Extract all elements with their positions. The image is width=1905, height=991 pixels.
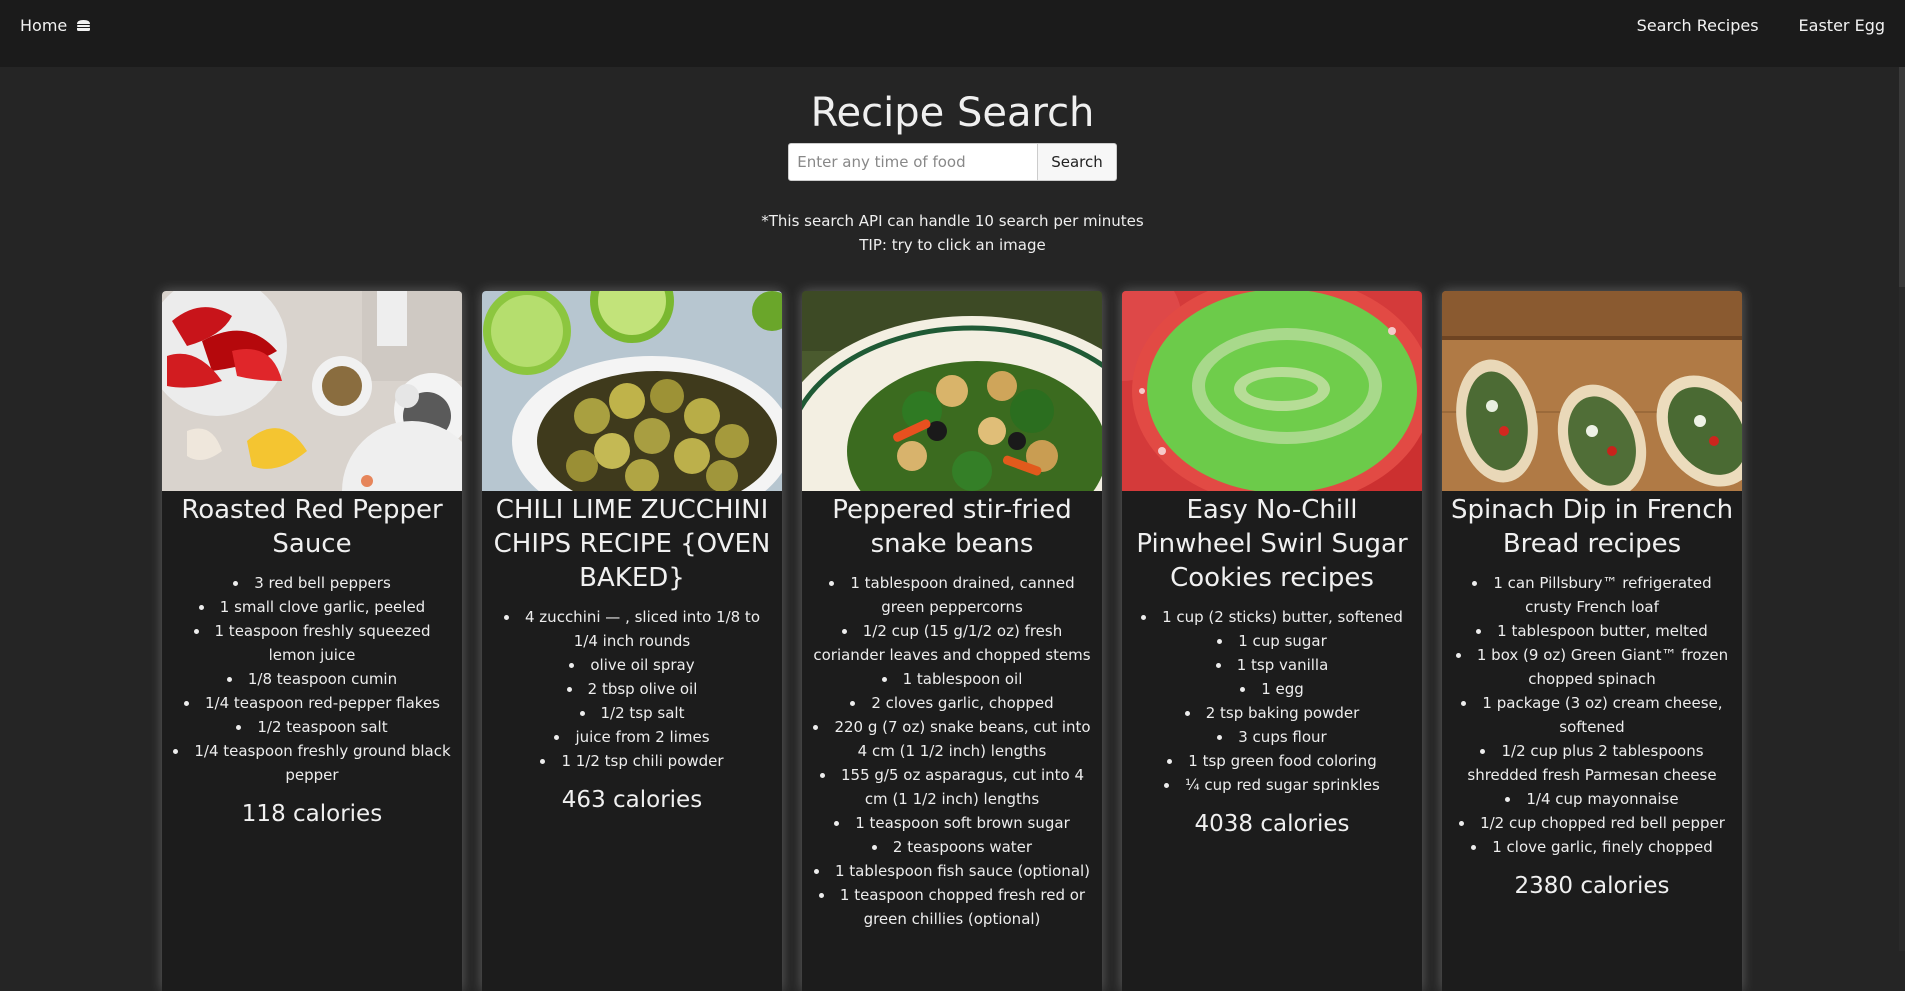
ingredient-item: 1/4 cup mayonnaise	[1450, 787, 1734, 811]
search-input[interactable]	[788, 143, 1039, 181]
recipe-image-snake-beans[interactable]	[802, 291, 1102, 491]
ingredient-item: 1/2 cup chopped red bell pepper	[1450, 811, 1734, 835]
calorie-count: 463 calories	[561, 787, 703, 813]
recipe-card: Peppered stir-fried snake beans 1 tables…	[802, 291, 1102, 991]
ingredient-item: juice from 2 limes	[490, 725, 774, 749]
ingredient-item: 2 tbsp olive oil	[490, 677, 774, 701]
ingredient-item: 2 teaspoons water	[810, 835, 1094, 859]
ingredient-item: 1 tablespoon fish sauce (optional)	[810, 859, 1094, 883]
recipe-title: CHILI LIME ZUCCHINI CHIPS RECIPE {OVEN B…	[493, 495, 771, 593]
ingredient-item: 1/8 teaspoon cumin	[170, 667, 454, 691]
ingredient-item: 1/4 teaspoon red-pepper flakes	[170, 691, 454, 715]
ingredient-item: 1/2 teaspoon salt	[170, 715, 454, 739]
ingredient-item: 2 tsp baking powder	[1130, 701, 1414, 725]
recipe-image-spinach-dip[interactable]	[1442, 291, 1742, 491]
recipe-title: Peppered stir-fried snake beans	[832, 495, 1072, 559]
ingredient-item: 220 g (7 oz) snake beans, cut into 4 cm …	[810, 715, 1094, 763]
ingredient-item: 1/2 cup plus 2 tablespoons shredded fres…	[1450, 739, 1734, 787]
search-notes: *This search API can handle 10 search pe…	[0, 209, 1905, 257]
ingredient-item: 4 zucchini — , sliced into 1/8 to 1/4 in…	[490, 605, 774, 653]
ingredient-list: 3 red bell peppers 1 small clove garlic,…	[162, 571, 462, 787]
ingredient-item: 1 tablespoon butter, melted	[1450, 619, 1734, 643]
ingredient-item: 1 tsp green food coloring	[1130, 749, 1414, 773]
ingredient-item: olive oil spray	[490, 653, 774, 677]
recipe-title: Roasted Red Pepper Sauce	[181, 495, 443, 559]
ingredient-list: 4 zucchini — , sliced into 1/8 to 1/4 in…	[482, 605, 782, 773]
ingredient-item: 1 box (9 oz) Green Giant™ frozen chopped…	[1450, 643, 1734, 691]
recipe-image-red-pepper-sauce[interactable]	[162, 291, 462, 491]
ingredient-item: 1/2 tsp salt	[490, 701, 774, 725]
recipe-title: Spinach Dip in French Bread recipes	[1450, 495, 1734, 559]
ingredient-item: 1 tablespoon oil	[810, 667, 1094, 691]
ingredient-item: 1 tsp vanilla	[1130, 653, 1414, 677]
ingredient-item: 1 teaspoon chopped fresh red or green ch…	[810, 883, 1094, 931]
ingredient-item: ¼ cup red sugar sprinkles	[1130, 773, 1414, 797]
hamburger-icon	[77, 19, 91, 31]
home-link[interactable]: Home	[20, 16, 91, 35]
api-limit-note: *This search API can handle 10 search pe…	[761, 212, 1144, 230]
calorie-count: 4038 calories	[1194, 811, 1350, 837]
ingredient-item: 1 small clove garlic, peeled	[170, 595, 454, 619]
ingredient-item: 1 tablespoon drained, canned green peppe…	[810, 571, 1094, 619]
ingredient-item: 1 teaspoon freshly squeezed lemon juice	[170, 619, 454, 667]
ingredient-item: 1 teaspoon soft brown sugar	[810, 811, 1094, 835]
ingredient-item: 1 1/2 tsp chili powder	[490, 749, 774, 773]
home-label: Home	[20, 15, 68, 35]
page-title: Recipe Search	[810, 90, 1095, 136]
ingredient-item: 2 cloves garlic, chopped	[810, 691, 1094, 715]
calorie-count: 118 calories	[241, 801, 383, 827]
ingredient-item: 1 cup sugar	[1130, 629, 1414, 653]
recipe-card: Roasted Red Pepper Sauce 3 red bell pepp…	[162, 291, 462, 991]
ingredient-list: 1 cup (2 sticks) butter, softened 1 cup …	[1122, 605, 1422, 797]
page-scrollbar[interactable]	[1899, 67, 1905, 951]
search-form: Search	[0, 143, 1905, 181]
search-button[interactable]: Search	[1038, 143, 1117, 181]
navbar: Home Search Recipes Easter Egg	[0, 0, 1905, 67]
search-recipes-link[interactable]: Search Recipes	[1637, 16, 1759, 35]
ingredient-item: 155 g/5 oz asparagus, cut into 4 cm (1 1…	[810, 763, 1094, 811]
nav-left: Home	[20, 0, 91, 50]
tip-note: TIP: try to click an image	[859, 236, 1046, 254]
recipe-card: Spinach Dip in French Bread recipes 1 ca…	[1442, 291, 1742, 991]
ingredient-item: 1/4 teaspoon freshly ground black pepper	[170, 739, 454, 787]
ingredient-list: 1 tablespoon drained, canned green peppe…	[802, 571, 1102, 931]
recipe-title: Easy No-Chill Pinwheel Swirl Sugar Cooki…	[1136, 495, 1408, 593]
ingredient-item: 3 red bell peppers	[170, 571, 454, 595]
ingredient-item: 1 can Pillsbury™ refrigerated crusty Fre…	[1450, 571, 1734, 619]
recipe-image-zucchini-chips[interactable]	[482, 291, 782, 491]
calorie-count: 2380 calories	[1514, 873, 1670, 899]
nav-right: Search Recipes Easter Egg	[1597, 0, 1885, 50]
recipe-card: CHILI LIME ZUCCHINI CHIPS RECIPE {OVEN B…	[482, 291, 782, 991]
ingredient-list: 1 can Pillsbury™ refrigerated crusty Fre…	[1442, 571, 1742, 859]
easter-egg-link[interactable]: Easter Egg	[1799, 16, 1885, 35]
recipe-image-pinwheel-cookies[interactable]	[1122, 291, 1422, 491]
ingredient-item: 1 package (3 oz) cream cheese, softened	[1450, 691, 1734, 739]
ingredient-item: 1 egg	[1130, 677, 1414, 701]
ingredient-item: 1 clove garlic, finely chopped	[1450, 835, 1734, 859]
recipe-card-list: Roasted Red Pepper Sauce 3 red bell pepp…	[162, 291, 1742, 991]
search-header: Recipe Search Search *This search API ca…	[0, 89, 1905, 257]
recipe-card: Easy No-Chill Pinwheel Swirl Sugar Cooki…	[1122, 291, 1422, 991]
ingredient-item: 1 cup (2 sticks) butter, softened	[1130, 605, 1414, 629]
ingredient-item: 3 cups flour	[1130, 725, 1414, 749]
scrollbar-thumb[interactable]	[1899, 67, 1905, 287]
ingredient-item: 1/2 cup (15 g/1/2 oz) fresh coriander le…	[810, 619, 1094, 667]
